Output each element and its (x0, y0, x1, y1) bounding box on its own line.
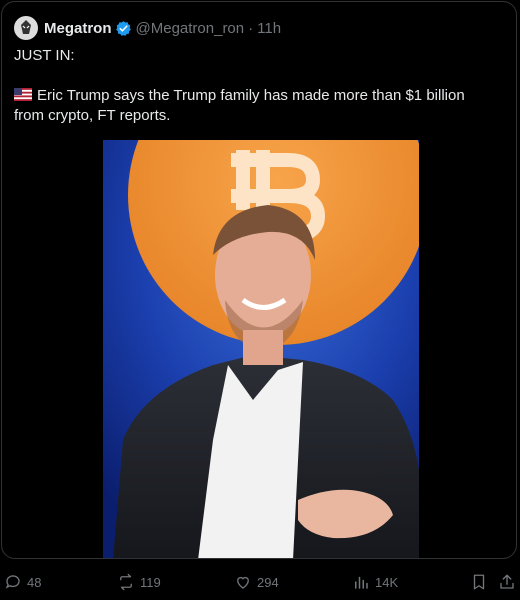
views-button[interactable]: 14K (352, 568, 398, 596)
tweet-text-main: Eric Trump says the Trump family has mad… (37, 87, 465, 104)
share-icon (500, 574, 514, 589)
repost-button[interactable]: 119 (117, 568, 161, 596)
bookmark-icon (473, 574, 485, 590)
tweet-text-line: JUST IN: (14, 47, 75, 64)
reply-count: 48 (27, 574, 42, 590)
reply-icon (5, 575, 20, 589)
share-button[interactable] (498, 568, 520, 596)
tweet-text-line: Eric Trump says the Trump family has mad… (14, 86, 504, 106)
tweet-card[interactable]: Megatron @Megatron_ron · 11h JUST IN: Er… (1, 1, 517, 559)
tweet-text-line: from crypto, FT reports. (14, 107, 171, 124)
view-count: 14K (375, 574, 399, 590)
tweet-photo[interactable] (103, 140, 419, 558)
like-button[interactable]: 294 (234, 568, 279, 596)
verified-badge-icon (115, 20, 132, 37)
author-handle[interactable]: @Megatron_ron (136, 20, 245, 37)
repost-count: 119 (140, 574, 161, 590)
avatar[interactable] (14, 16, 38, 40)
views-icon (355, 576, 368, 589)
us-flag-icon (14, 87, 32, 101)
separator-dot: · (248, 19, 254, 37)
tweet-actions: 48 119 294 14K (0, 568, 520, 596)
bookmark-button[interactable] (470, 568, 493, 596)
reply-button[interactable]: 48 (4, 568, 41, 596)
heart-icon (237, 576, 249, 589)
tweet-header: Megatron @Megatron_ron · 11h (14, 16, 281, 40)
like-count: 294 (257, 574, 279, 590)
tweet-text: JUST IN: Eric Trump says the Trump famil… (14, 46, 504, 126)
repost-icon (120, 573, 132, 591)
tweet-time[interactable]: 11h (257, 20, 281, 37)
author-name[interactable]: Megatron (44, 20, 112, 37)
